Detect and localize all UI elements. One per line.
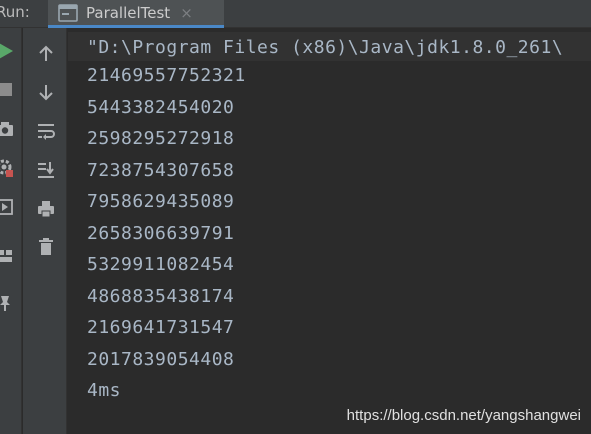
output-line: 2658306639791 [87,223,235,244]
run-label: Run: [0,3,30,21]
pin-icon[interactable] [0,290,18,316]
tab-parallel-test[interactable]: ParallelTest × [48,0,224,28]
output-line: 2169641731547 [87,317,235,338]
rerun-icon[interactable] [0,38,18,64]
soft-wrap-icon[interactable] [33,118,59,144]
settings-icon[interactable] [0,155,18,181]
layout-icon[interactable] [0,243,18,269]
elapsed-time-line: 4ms [87,380,122,401]
camera-icon[interactable] [0,116,18,142]
output-line: 4868835438174 [87,286,235,307]
run-tool-window: Run: ParallelTest × "D:\Program Files (x… [0,0,591,434]
console-toolbar [23,28,67,434]
watermark: https://blog.csdn.net/yangshangwei [346,407,581,424]
output-line: 2017839054408 [87,349,235,370]
stop-icon[interactable] [0,76,18,102]
output-line: 7238754307658 [87,160,235,181]
print-icon[interactable] [33,196,59,222]
arrow-up-icon[interactable] [33,41,59,67]
trash-icon[interactable] [33,234,59,260]
output-line: 5443382454020 [87,97,235,118]
output-line: 7958629435089 [87,191,235,212]
console-tab-icon [58,3,78,22]
output-line: 5329911082454 [87,254,235,275]
run-actions-toolbar [0,28,22,434]
exit-icon[interactable] [0,194,18,220]
output-line: 21469557752321 [87,65,246,86]
console-output[interactable]: "D:\Program Files (x86)\Java\jdk1.8.0_26… [68,28,591,434]
command-line: "D:\Program Files (x86)\Java\jdk1.8.0_26… [87,37,564,58]
run-tool-window-header: Run: ParallelTest × [0,0,591,28]
scroll-to-end-icon[interactable] [33,157,59,183]
arrow-down-icon[interactable] [33,79,59,105]
tab-title: ParallelTest [86,3,171,22]
command-line-row: "D:\Program Files (x86)\Java\jdk1.8.0_26… [68,32,591,61]
close-icon[interactable]: × [180,4,193,22]
output-line: 2598295272918 [87,128,235,149]
